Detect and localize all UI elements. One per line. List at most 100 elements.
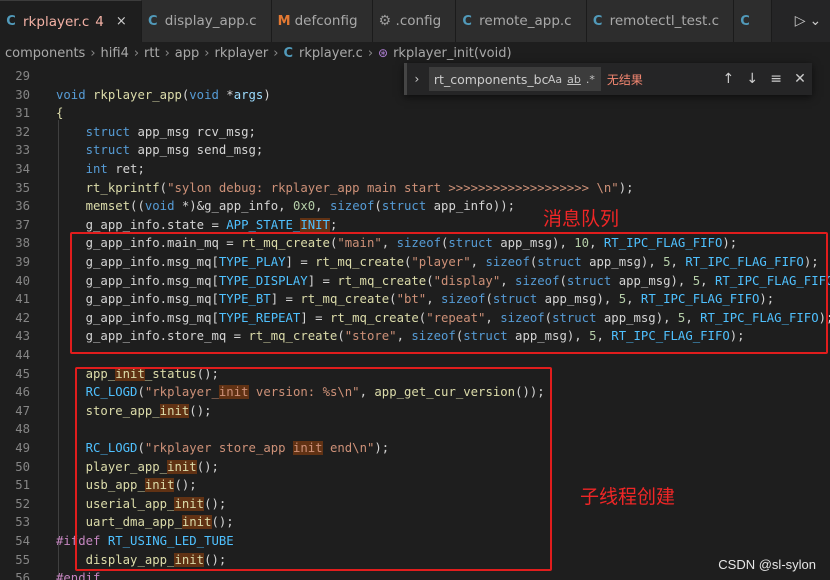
code-token: ret; <box>107 162 145 176</box>
chevron-right-icon: › <box>367 45 374 61</box>
code-token: args <box>233 87 264 102</box>
line-number: 42 <box>15 310 30 325</box>
tab-6[interactable]: C <box>734 0 773 42</box>
close-icon[interactable]: × <box>116 14 127 29</box>
code-line: 32 struct app_msg rcv_msg; <box>0 123 830 142</box>
code-text: memset((void *)&g_app_info, 0x0, sizeof(… <box>56 197 515 216</box>
line-number: 47 <box>15 403 30 418</box>
line-number: 37 <box>15 217 30 232</box>
code-token: rt_kprintf <box>85 180 160 195</box>
watermark: CSDN @sl-sylon <box>718 557 816 572</box>
tab-label: rkplayer.c <box>23 13 90 30</box>
breadcrumb-item-hifi4[interactable]: hifi4 <box>101 46 129 61</box>
c-file-icon: C <box>592 13 603 29</box>
makefile-icon: M <box>277 13 291 29</box>
find-result-status: 无结果 <box>606 72 643 87</box>
code-token: INIT <box>300 217 330 232</box>
c-file-icon: C <box>462 13 472 29</box>
line-number: 36 <box>15 199 30 214</box>
line-number: 55 <box>15 552 30 567</box>
breadcrumb-item-file[interactable]: rkplayer.c <box>299 46 363 61</box>
c-file-icon: C <box>740 13 750 29</box>
problem-count-badge: 4 <box>95 13 104 30</box>
code-token: rkplayer_app <box>93 87 182 102</box>
line-number: 34 <box>15 162 30 176</box>
breadcrumb-item-components[interactable]: components <box>5 46 85 61</box>
tab-2[interactable]: Mdefconfig <box>271 0 373 42</box>
match-case-icon[interactable]: Aa <box>548 73 562 86</box>
line-number: 50 <box>15 459 30 474</box>
tab-4[interactable]: Cremote_app.c <box>456 0 587 42</box>
find-query: rt_components_bc <box>433 71 548 87</box>
tab-5[interactable]: Cremotectl_test.c <box>586 0 735 42</box>
code-token: void <box>189 87 219 102</box>
code-line: 36 memset((void *)&g_app_info, 0x0, size… <box>0 197 830 216</box>
chevron-down-icon[interactable]: ⌄ <box>810 13 822 29</box>
code-text: { <box>56 104 63 123</box>
line-number: 56 <box>15 571 30 580</box>
code-token: int <box>85 162 108 176</box>
code-token: struct <box>85 124 131 139</box>
chevron-right-icon: › <box>204 45 210 61</box>
find-widget: › rt_components_bc Aa ab .* 无结果 ↑ ↓ ≡ ✕ <box>404 63 812 95</box>
arrow-up-icon[interactable]: ↑ <box>716 71 740 87</box>
tab-label: .config <box>395 13 442 29</box>
code-token: * <box>218 87 234 102</box>
line-number: 33 <box>15 143 30 158</box>
c-file-icon: C <box>6 14 16 29</box>
line-number: 30 <box>15 87 30 102</box>
function-symbol-icon: ⊛ <box>378 46 389 60</box>
code-token: APP_STATE_ <box>226 217 301 232</box>
regex-icon[interactable]: .* <box>586 73 595 86</box>
code-token: app_msg rcv_msg; <box>130 124 256 139</box>
code-text: struct app_msg rcv_msg; <box>56 123 256 142</box>
tab-label: defconfig <box>294 13 358 29</box>
code-token: ; <box>329 217 338 232</box>
breadcrumb: components › hifi4 › rtt › app › rkplayer › C… <box>0 42 830 64</box>
code-line: 34 int ret; <box>0 160 830 179</box>
tab-label: remote_app.c <box>479 13 572 29</box>
tab-label: display_app.c <box>164 13 257 29</box>
editor-tab-bar: Crkplayer.c 4 × Cdisplay_app.c Mdefconfig ⚙ .c… <box>0 0 830 42</box>
breadcrumb-item-rtt[interactable]: rtt <box>144 46 160 61</box>
breadcrumb-item-rkplayer[interactable]: rkplayer <box>214 46 268 61</box>
line-number: 48 <box>15 422 30 437</box>
code-token: (( <box>130 199 145 214</box>
code-token: { <box>56 106 64 121</box>
line-number: 49 <box>15 441 30 455</box>
run-icon[interactable]: ▷ <box>795 13 806 29</box>
arrow-down-icon[interactable]: ↓ <box>740 71 764 87</box>
line-number: 38 <box>15 236 30 251</box>
breadcrumb-item-app[interactable]: app <box>175 46 199 61</box>
line-number: 41 <box>15 292 30 307</box>
find-in-selection-icon[interactable]: ≡ <box>764 71 788 87</box>
match-whole-word-icon[interactable]: ab <box>567 73 581 86</box>
tab-0[interactable]: Crkplayer.c 4 × <box>0 0 142 42</box>
find-input[interactable]: rt_components_bc Aa ab .* <box>428 67 601 91</box>
code-token: #endif <box>56 571 101 580</box>
code-token: app_msg send_msg; <box>130 143 264 158</box>
code-token: g_app_info.state = <box>56 217 227 232</box>
tab-1[interactable]: Cdisplay_app.c <box>141 0 272 42</box>
code-text: void rkplayer_app(void *args) <box>56 86 271 105</box>
code-token: 0x0 <box>292 199 316 214</box>
code-token: void <box>144 199 175 214</box>
tab-3[interactable]: ⚙ .config <box>372 0 457 42</box>
code-token: ( <box>159 180 168 195</box>
close-icon[interactable]: ✕ <box>788 71 812 87</box>
toggle-replace-icon[interactable]: › <box>407 72 427 86</box>
message-queue-annotation: 消息队列 <box>543 208 620 230</box>
line-number: 46 <box>15 385 30 400</box>
line-number: 45 <box>15 366 30 381</box>
breadcrumb-item-function[interactable]: rkplayer_init(void) <box>393 46 511 61</box>
code-token: app_info)); <box>426 199 516 214</box>
thread-create-highlight-box <box>75 367 552 571</box>
chevron-right-icon: › <box>90 45 96 61</box>
code-token: struct <box>381 199 427 214</box>
code-text: rt_kprintf("sylon debug: rkplayer_app ma… <box>56 179 634 198</box>
code-token: struct <box>85 143 131 158</box>
c-file-icon: C <box>283 45 293 61</box>
